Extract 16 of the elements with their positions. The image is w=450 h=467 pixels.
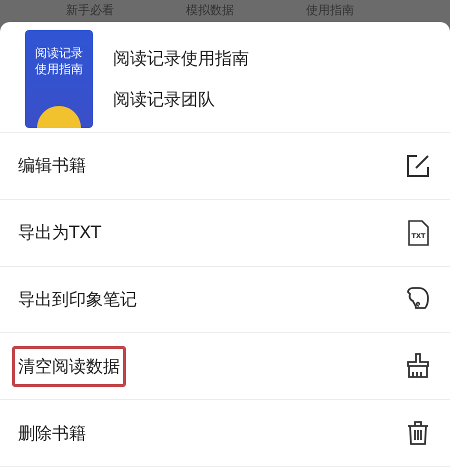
- book-author: 阅读记录团队: [113, 89, 216, 111]
- background-tab-label: 新手必看: [65, 2, 115, 19]
- menu-item[interactable]: 删除书籍: [0, 400, 450, 467]
- menu-item[interactable]: 导出到印象笔记: [0, 266, 450, 334]
- menu-item-label: 编辑书籍: [17, 155, 87, 178]
- menu-item[interactable]: 清空阅读数据: [0, 333, 450, 400]
- menu-item-label: 删除书籍: [17, 422, 87, 446]
- book-title: 阅读记录使用指南: [113, 48, 249, 70]
- menu-item-label: 导出到印象笔记: [17, 288, 138, 312]
- menu-item-label: 清空阅读数据: [12, 346, 126, 387]
- menu-item-label: 导出为TXT: [17, 222, 102, 246]
- menu-item[interactable]: 编辑书籍: [0, 133, 450, 200]
- background-tab-label: 模拟数据: [185, 2, 235, 19]
- background-tab-label: 使用指南: [305, 2, 355, 19]
- broom-icon: [404, 352, 432, 380]
- cover-title: 阅读记录使用指南: [34, 46, 84, 78]
